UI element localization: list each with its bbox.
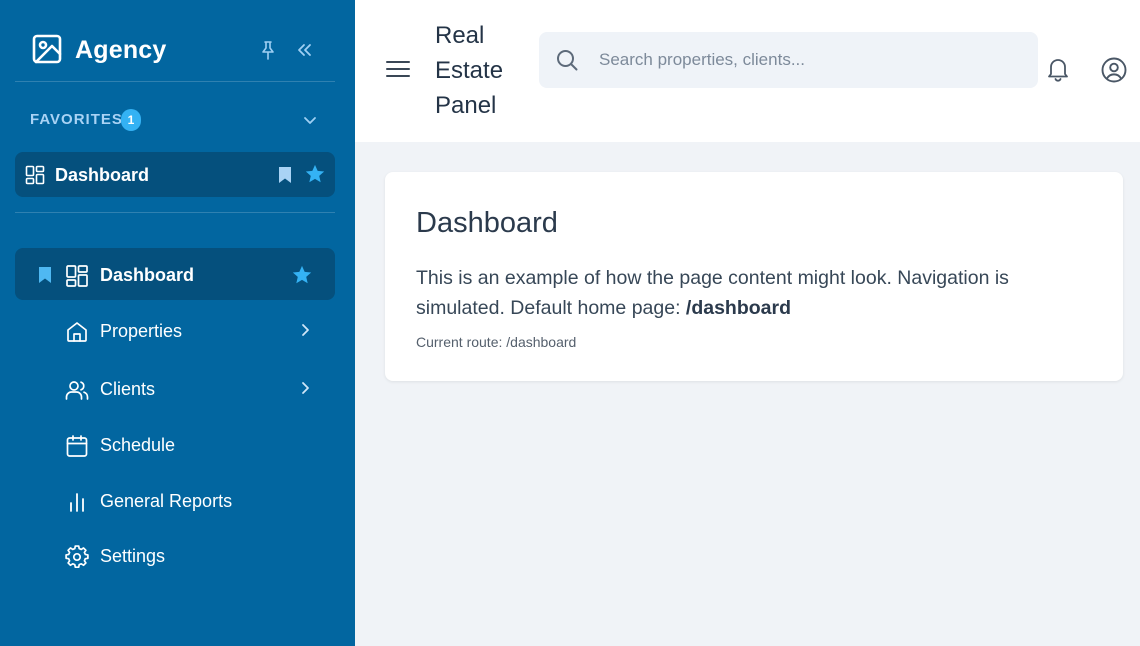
bell-icon[interactable] bbox=[1045, 56, 1071, 82]
star-icon[interactable] bbox=[304, 163, 326, 185]
chevron-right-icon bbox=[302, 324, 309, 336]
favorite-item-dashboard[interactable]: Dashboard bbox=[15, 152, 335, 197]
star-icon[interactable] bbox=[291, 264, 313, 286]
search-icon bbox=[557, 50, 578, 71]
image-logo-icon bbox=[32, 34, 62, 64]
sidebar-item-properties[interactable]: Properties bbox=[15, 304, 335, 356]
sidebar-item-label: Clients bbox=[100, 379, 156, 399]
calendar-icon bbox=[66, 435, 88, 457]
double-chevron-left-icon[interactable] bbox=[295, 41, 313, 59]
app-title-line: Panel bbox=[435, 92, 497, 119]
hamburger-menu-icon[interactable] bbox=[385, 58, 411, 80]
pin-icon[interactable] bbox=[259, 40, 277, 60]
app-title-line: Estate bbox=[435, 57, 504, 84]
top-header: Real Estate Panel bbox=[355, 0, 1140, 142]
sidebar-item-label: Properties bbox=[100, 321, 183, 341]
current-route-label: Current route: /dashboard bbox=[416, 334, 577, 350]
chevron-down-icon[interactable] bbox=[302, 112, 318, 128]
page-title: Dashboard bbox=[416, 207, 558, 239]
grid-icon bbox=[25, 165, 45, 185]
user-profile-icon[interactable] bbox=[1100, 56, 1128, 84]
sidebar-item-label: Dashboard bbox=[100, 265, 195, 285]
sidebar-item-schedule[interactable]: Schedule bbox=[15, 418, 335, 470]
home-icon bbox=[67, 322, 87, 342]
home-route: /dashboard bbox=[685, 297, 792, 319]
sidebar-item-label: Schedule bbox=[100, 435, 176, 455]
app-title: Real Estate Panel bbox=[435, 18, 525, 123]
bookmark-icon[interactable] bbox=[38, 266, 52, 284]
sidebar-divider bbox=[15, 212, 335, 213]
app-title-line: Real bbox=[435, 22, 485, 49]
bar-chart-icon bbox=[70, 493, 84, 512]
sidebar-item-clients[interactable]: Clients bbox=[15, 362, 335, 414]
favorite-item-label: Dashboard bbox=[55, 165, 150, 185]
sidebar: Agency FAVORITES 1 Dashboard Dashboard P… bbox=[0, 0, 355, 646]
bookmark-icon[interactable] bbox=[278, 166, 292, 184]
gear-icon bbox=[65, 545, 89, 569]
sidebar-brand: Agency bbox=[15, 18, 335, 82]
sidebar-item-label: General Reports bbox=[100, 491, 233, 511]
content-card: Dashboard This is an example of how the … bbox=[385, 172, 1123, 381]
grid-icon bbox=[66, 265, 88, 287]
sidebar-item-settings[interactable]: Settings bbox=[15, 529, 335, 581]
sidebar-item-dashboard[interactable]: Dashboard bbox=[15, 248, 335, 300]
page-description: This is an example of how the page conte… bbox=[416, 263, 1076, 323]
chevron-right-icon bbox=[302, 382, 309, 394]
sidebar-item-label: Settings bbox=[100, 546, 166, 566]
favorites-title: FAVORITES bbox=[30, 111, 123, 128]
favorites-header[interactable]: FAVORITES 1 bbox=[15, 102, 335, 138]
favorites-count-badge: 1 bbox=[121, 109, 141, 131]
brand-name: Agency bbox=[75, 36, 167, 64]
search-input[interactable] bbox=[599, 42, 1019, 78]
users-icon bbox=[65, 381, 89, 400]
sidebar-item-general-reports[interactable]: General Reports bbox=[15, 474, 335, 526]
search-bar[interactable] bbox=[539, 32, 1038, 88]
